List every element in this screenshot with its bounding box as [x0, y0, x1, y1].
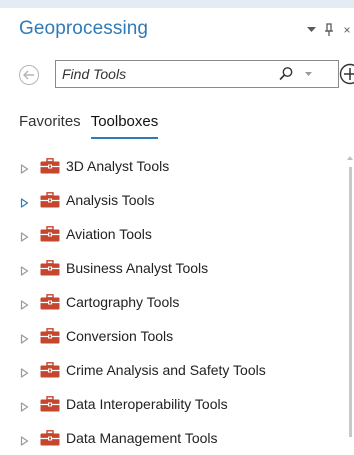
scroll-thumb[interactable] [349, 167, 352, 437]
toolbox-label: Crime Analysis and Safety Tools [66, 362, 266, 378]
back-icon[interactable] [19, 65, 39, 85]
tab-toolboxes[interactable]: Toolboxes [91, 113, 159, 139]
expand-arrow-icon[interactable] [20, 297, 29, 307]
vertical-scrollbar[interactable] [346, 149, 354, 445]
search-input[interactable] [62, 63, 262, 85]
tab-favorites[interactable]: Favorites [19, 113, 81, 137]
toolbox-icon [40, 192, 60, 208]
dropdown-icon[interactable] [302, 65, 314, 83]
expand-arrow-icon[interactable] [20, 399, 29, 409]
toolbox-icon [40, 226, 60, 242]
toolbox-item[interactable]: Conversion Tools [0, 319, 346, 353]
search-icon[interactable] [278, 66, 294, 82]
pane-header-strip [0, 0, 354, 8]
toolbox-item[interactable]: Analysis Tools [0, 183, 346, 217]
toolbox-icon [40, 430, 60, 446]
toolbox-icon [40, 260, 60, 276]
toolbox-label: Cartography Tools [66, 294, 179, 310]
toolbox-label: Business Analyst Tools [66, 260, 208, 276]
scroll-up-icon[interactable] [346, 149, 354, 157]
expand-arrow-icon[interactable] [20, 161, 29, 171]
toolbox-item[interactable]: Crime Analysis and Safety Tools [0, 353, 346, 387]
toolbox-icon [40, 362, 60, 378]
expand-arrow-icon[interactable] [20, 365, 29, 375]
expand-arrow-icon[interactable] [20, 229, 29, 239]
toolbox-icon [40, 158, 60, 174]
toolbox-tree: 3D Analyst Tools Analysis Tools Aviation T… [0, 149, 346, 455]
expand-arrow-icon[interactable] [20, 331, 29, 341]
toolbox-item[interactable]: Aviation Tools [0, 217, 346, 251]
search-box [55, 60, 339, 88]
add-icon[interactable] [339, 63, 354, 85]
tab-strip: Favorites Toolboxes [19, 113, 158, 137]
expand-arrow-icon[interactable] [20, 195, 29, 205]
toolbox-item[interactable]: Business Analyst Tools [0, 251, 346, 285]
close-icon[interactable]: × [340, 21, 354, 39]
toolbox-icon [40, 328, 60, 344]
toolbox-label: Data Management Tools [66, 430, 218, 446]
toolbox-icon [40, 396, 60, 412]
toolbox-item[interactable]: 3D Analyst Tools [0, 149, 346, 183]
expand-arrow-icon[interactable] [20, 433, 29, 443]
toolbox-item[interactable]: Data Management Tools [0, 421, 346, 455]
search-row [19, 60, 354, 90]
expand-arrow-icon[interactable] [20, 263, 29, 273]
pane-controls: × [304, 18, 354, 42]
toolbox-label: Data Interoperability Tools [66, 396, 228, 412]
chevron-down-icon[interactable] [304, 21, 318, 39]
geoprocessing-pane: Geoprocessing × [0, 0, 354, 445]
toolbox-item[interactable]: Cartography Tools [0, 285, 346, 319]
toolbox-label: Conversion Tools [66, 328, 173, 344]
toolbox-item[interactable]: Data Interoperability Tools [0, 387, 346, 421]
pane-title: Geoprocessing [19, 18, 148, 40]
toolbox-label: 3D Analyst Tools [66, 158, 169, 174]
pin-icon[interactable] [322, 21, 336, 39]
toolbox-label: Analysis Tools [66, 192, 154, 208]
toolbox-label: Aviation Tools [66, 226, 152, 242]
toolbox-icon [40, 294, 60, 310]
